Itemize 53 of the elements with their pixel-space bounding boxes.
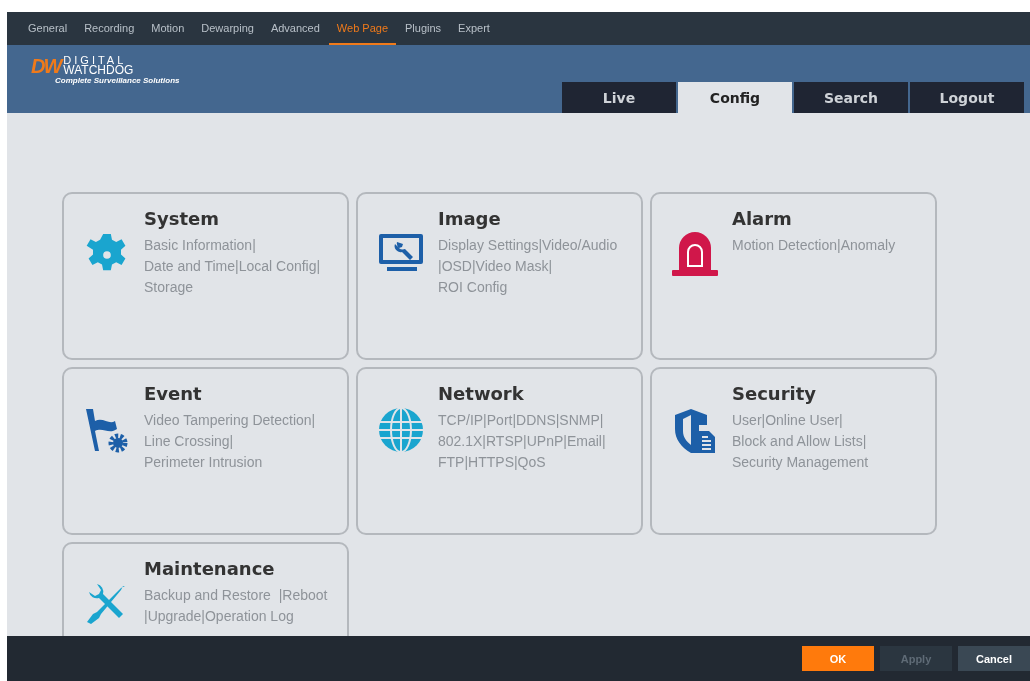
config-card[interactable]: Network TCP/IP|Port|DDNS|SNMP| 802.1X|RTSP|UPnP|Email| FTP|HTTPS|QoS xyxy=(356,367,643,535)
menu-tab[interactable]: Expert xyxy=(450,12,498,45)
config-links[interactable]: FTP|HTTPS|QoS xyxy=(438,452,606,473)
logo-tagline: Complete Surveillance Solutions xyxy=(54,76,181,85)
siren-icon xyxy=(671,232,719,278)
config-links[interactable]: Date and Time|Local Config| xyxy=(144,256,321,277)
menu-tab[interactable]: Dewarping xyxy=(193,12,262,45)
globe-icon xyxy=(378,407,424,453)
footer-button[interactable]: Cancel xyxy=(958,646,1030,671)
footer-button[interactable]: OK xyxy=(802,646,874,671)
config-links[interactable]: Video Tampering Detection| xyxy=(144,410,316,431)
config-links[interactable]: User|Online User| xyxy=(732,410,869,431)
config-links[interactable]: Basic Information| xyxy=(144,235,321,256)
config-links[interactable]: |Upgrade|Operation Log xyxy=(144,606,328,627)
logo-mark: DW xyxy=(31,56,61,75)
menu-tab[interactable]: Motion xyxy=(143,12,193,45)
config-links[interactable]: Perimeter Intrusion xyxy=(144,452,316,473)
nav-tab[interactable]: Search xyxy=(794,82,908,113)
flag-gear-icon xyxy=(84,407,130,453)
logo-text: DIGITAL xyxy=(63,55,127,65)
config-card[interactable]: Security User|Online User| Block and Allow Lists| Security Management xyxy=(650,367,937,535)
logo-text: WATCHDOG xyxy=(63,65,134,76)
menu-tab[interactable]: Advanced xyxy=(262,12,328,45)
config-card[interactable]: Event Video Tampering Detection| Line Crossing| Perimeter Intrusion xyxy=(62,367,349,535)
nav-tab[interactable]: Logout xyxy=(910,82,1024,113)
card-title: Security xyxy=(732,383,818,404)
config-links[interactable]: TCP/IP|Port|DDNS|SNMP| xyxy=(438,410,606,431)
config-links[interactable]: |OSD|Video Mask| xyxy=(438,256,618,277)
config-links[interactable]: Security Management xyxy=(732,452,869,473)
config-card[interactable]: Alarm Motion Detection|Anomaly xyxy=(650,192,937,360)
config-links[interactable]: Backup and Restore |Reboot xyxy=(144,585,328,606)
config-links[interactable]: Storage xyxy=(144,277,321,298)
config-card[interactable]: System Basic Information| Date and Time|Local Config| Storage xyxy=(62,192,349,360)
config-links[interactable]: Line Crossing| xyxy=(144,431,316,452)
config-links[interactable]: Motion Detection|Anomaly xyxy=(732,235,896,256)
card-title: Alarm xyxy=(732,208,793,229)
nav-tab[interactable]: Live xyxy=(562,82,676,113)
config-links[interactable]: 802.1X|RTSP|UPnP|Email| xyxy=(438,431,606,452)
card-title: Image xyxy=(438,208,502,229)
menu-tab[interactable]: Plugins xyxy=(397,12,450,45)
config-links[interactable]: Display Settings|Video/Audio xyxy=(438,235,618,256)
shield-document-icon xyxy=(673,407,717,455)
monitor-wrench-icon xyxy=(377,232,425,272)
menu-tab[interactable]: Recording xyxy=(76,12,143,45)
card-title: Maintenance xyxy=(144,558,276,579)
config-links[interactable]: ROI Config xyxy=(438,277,618,298)
config-links[interactable]: Block and Allow Lists| xyxy=(732,431,869,452)
card-title: Event xyxy=(144,383,203,404)
menu-tab[interactable]: General xyxy=(20,12,76,45)
nav-tab[interactable]: Config xyxy=(678,82,792,113)
config-card[interactable]: Image Display Settings|Video/Audio |OSD|Video Mask| ROI Config xyxy=(356,192,643,360)
card-title: System xyxy=(144,208,220,229)
card-title: Network xyxy=(438,383,525,404)
